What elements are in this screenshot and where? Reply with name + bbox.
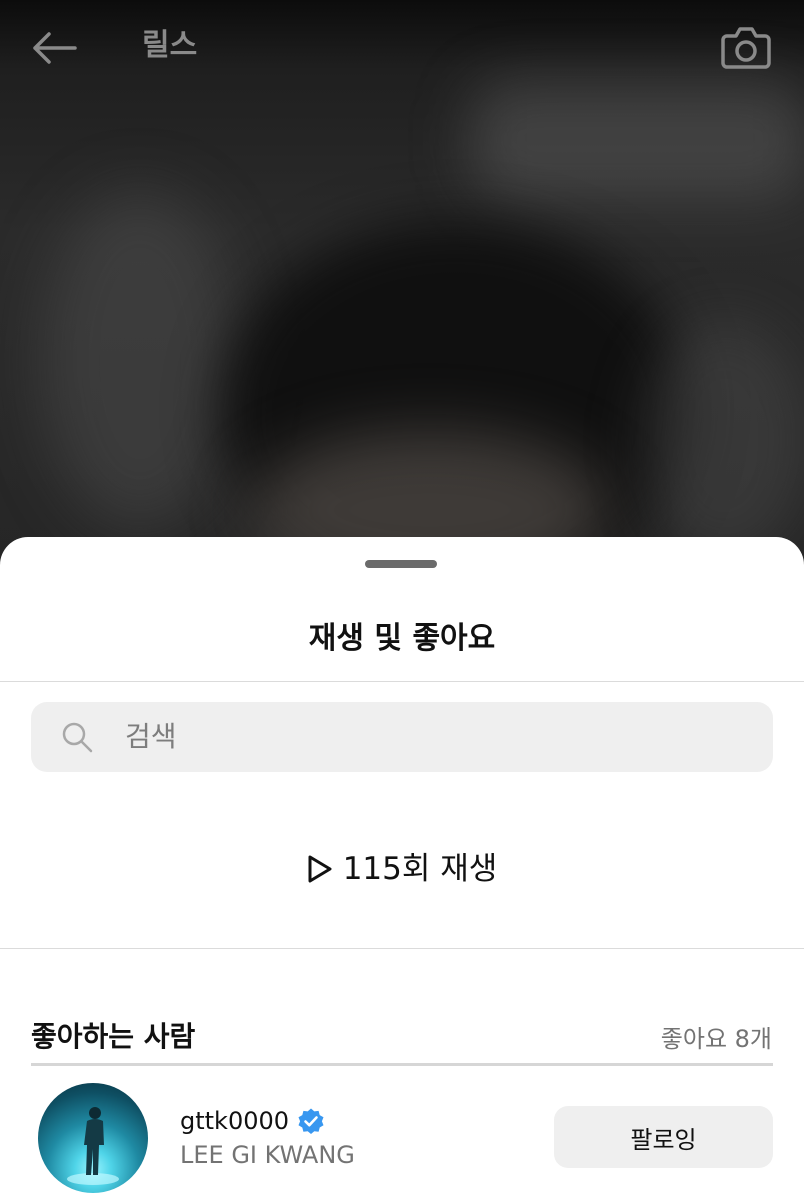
blur-shape xyxy=(40,190,240,530)
page-title: 릴스 xyxy=(142,28,198,63)
likers-heading: 좋아하는 사람 xyxy=(31,1020,196,1053)
arrow-left-icon xyxy=(33,32,77,64)
liker-username-link[interactable]: gttk0000 xyxy=(180,1105,325,1137)
likers-divider xyxy=(31,1063,773,1066)
search-input[interactable]: 검색 xyxy=(31,702,773,772)
search-placeholder: 검색 xyxy=(125,720,177,753)
play-icon xyxy=(308,855,332,883)
blur-shape xyxy=(470,80,804,200)
camera-button[interactable] xyxy=(718,20,774,74)
username: gttk0000 xyxy=(180,1107,290,1135)
play-count: 115회 재생 xyxy=(0,847,804,891)
avatar-figure xyxy=(67,1107,119,1185)
camera-icon xyxy=(721,27,771,69)
blur-shape xyxy=(640,320,804,560)
verified-badge-icon xyxy=(298,1108,324,1134)
divider xyxy=(0,681,804,682)
divider xyxy=(0,948,804,949)
liker-list-item[interactable]: gttk0000 LEE GI KWANG 팔로잉 xyxy=(0,1077,804,1200)
plays-and-likes-sheet: 재생 및 좋아요 검색 115회 재생 좋아하는 사람 좋아요 8개 gttk0… xyxy=(0,537,804,1200)
top-bar: 릴스 xyxy=(0,0,804,95)
full-name: LEE GI KWANG xyxy=(180,1141,355,1169)
back-button[interactable] xyxy=(28,26,80,70)
likes-count: 좋아요 8개 xyxy=(660,1025,772,1053)
avatar[interactable] xyxy=(38,1083,148,1193)
following-button[interactable]: 팔로잉 xyxy=(554,1106,773,1168)
sheet-drag-handle[interactable] xyxy=(365,560,437,568)
search-icon xyxy=(62,722,93,753)
sheet-title: 재생 및 좋아요 xyxy=(308,621,496,656)
play-count-text: 115회 재생 xyxy=(342,851,498,887)
